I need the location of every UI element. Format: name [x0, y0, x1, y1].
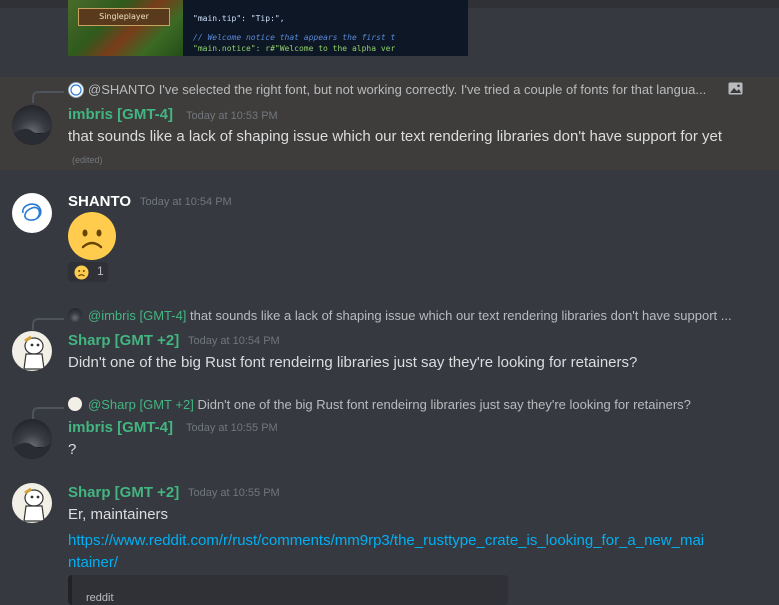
reply-avatar [68, 397, 82, 411]
code-line: // Welcome notice that appears the first… [193, 33, 396, 42]
code-line: "main.tip": "Tip:", [193, 14, 285, 23]
message-text: Didn't one of the big Rust font rendeirn… [68, 354, 638, 371]
message-author[interactable]: imbris [GMT-4] [68, 419, 173, 436]
message-author[interactable]: SHANTO [68, 193, 131, 210]
reply-text: that sounds like a lack of shaping issue… [190, 308, 732, 323]
avatar-imbris[interactable] [12, 105, 52, 145]
message-text: Er, maintainers [68, 506, 169, 523]
frowning-emoji [68, 212, 116, 260]
avatar-sharp[interactable] [12, 483, 52, 523]
reaction-button[interactable]: 1 [68, 262, 108, 282]
avatar-shanto[interactable] [12, 193, 52, 233]
code-line: "main.notice": r#"Welcome to the alpha v… [193, 44, 396, 53]
reddit-link-continued[interactable]: ntainer/ [68, 554, 118, 571]
message-text: that sounds like a lack of shaping issue… [68, 128, 723, 145]
message-timestamp: Today at 10:54 PM [140, 196, 232, 208]
reply-author: @Sharp [GMT +2] [88, 397, 194, 412]
frowning-reaction-icon [74, 265, 89, 280]
image-icon [728, 82, 743, 95]
reply-text: I've selected the right font, but not wo… [158, 82, 707, 97]
reaction-count: 1 [97, 264, 104, 278]
message-timestamp: Today at 10:55 PM [188, 487, 280, 499]
message-author[interactable]: imbris [GMT-4] [68, 106, 173, 123]
code-screenshot: "main.tip": "Tip:", // Welcome notice th… [183, 0, 468, 56]
singleplayer-label: Singleplayer [78, 8, 170, 26]
reply-preview[interactable]: @imbris [GMT-4] that sounds like a lack … [88, 308, 732, 323]
message-author[interactable]: Sharp [GMT +2] [68, 484, 179, 501]
game-screenshot: Singleplayer [68, 0, 183, 56]
reply-preview[interactable]: @Sharp [GMT +2] Didn't one of the big Ru… [88, 397, 691, 412]
message-text: ? [68, 441, 77, 458]
reply-spine [32, 407, 64, 419]
reply-spine [32, 91, 64, 103]
reddit-link[interactable]: https://www.reddit.com/r/rust/comments/m… [68, 532, 704, 549]
message-timestamp: Today at 10:53 PM [186, 110, 278, 122]
reply-spine [32, 318, 64, 330]
message-author[interactable]: Sharp [GMT +2] [68, 332, 179, 349]
edited-tag: (edited) [72, 155, 103, 165]
reply-author: @imbris [GMT-4] [88, 308, 187, 323]
reply-avatar [68, 82, 84, 98]
reply-preview[interactable]: @SHANTO I've selected the right font, bu… [88, 82, 706, 97]
avatar-sharp[interactable] [12, 331, 52, 371]
reply-avatar [68, 308, 82, 322]
reply-author: @SHANTO [88, 82, 156, 97]
message-timestamp: Today at 10:54 PM [188, 335, 280, 347]
attached-image[interactable]: Singleplayer "main.tip": "Tip:", // Welc… [68, 0, 468, 56]
message-timestamp: Today at 10:55 PM [186, 422, 278, 434]
embed-provider: reddit [86, 592, 114, 604]
reply-text: Didn't one of the big Rust font rendeirn… [197, 397, 691, 412]
avatar-imbris[interactable] [12, 419, 52, 459]
